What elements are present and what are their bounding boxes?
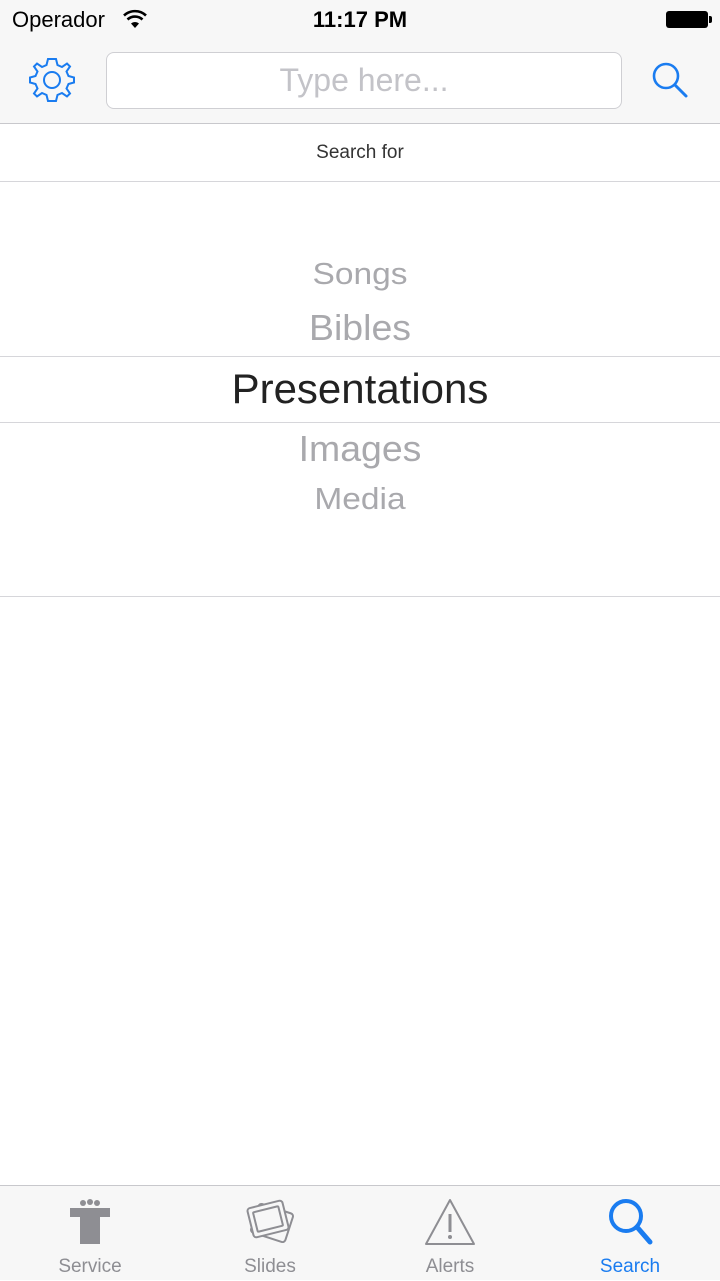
category-picker[interactable]: Songs Bibles Presentations Images Media (0, 183, 720, 597)
slides-icon (246, 1199, 294, 1244)
section-label: Search for (0, 124, 720, 182)
picker-selection-top-line (0, 356, 720, 357)
tab-service-label: Service (58, 1256, 122, 1277)
status-time: 11:17 PM (312, 7, 408, 32)
tab-alerts-label: Alerts (425, 1256, 475, 1277)
tab-search[interactable]: Search (540, 1186, 720, 1281)
search-tab-icon (609, 1199, 653, 1245)
picker-option-media[interactable]: Media (0, 481, 720, 517)
picker-option-images[interactable]: Images (0, 428, 720, 470)
tab-search-label: Search (599, 1256, 661, 1277)
search-input[interactable] (106, 52, 622, 109)
picker-selection-bottom-line (0, 422, 720, 423)
tab-slides-label: Slides (244, 1256, 296, 1277)
battery-icon (666, 11, 712, 28)
picker-option-presentations[interactable]: Presentations (0, 365, 720, 413)
tab-bar: Service Slides Alerts Search (0, 1185, 720, 1280)
warning-icon (425, 1199, 475, 1245)
gear-icon[interactable] (28, 56, 76, 104)
picker-option-songs[interactable]: Songs (0, 256, 720, 292)
picker-option-bibles[interactable]: Bibles (0, 307, 720, 349)
search-for-label: Search for (316, 142, 404, 163)
status-bar: Operador 11:17 PM (0, 0, 720, 40)
podium-icon (70, 1199, 110, 1244)
search-icon[interactable] (648, 58, 692, 102)
tab-slides[interactable]: Slides (180, 1186, 360, 1281)
tab-alerts[interactable]: Alerts (360, 1186, 540, 1281)
top-bar: Operador 11:17 PM (0, 0, 720, 124)
tab-service[interactable]: Service (0, 1186, 180, 1281)
